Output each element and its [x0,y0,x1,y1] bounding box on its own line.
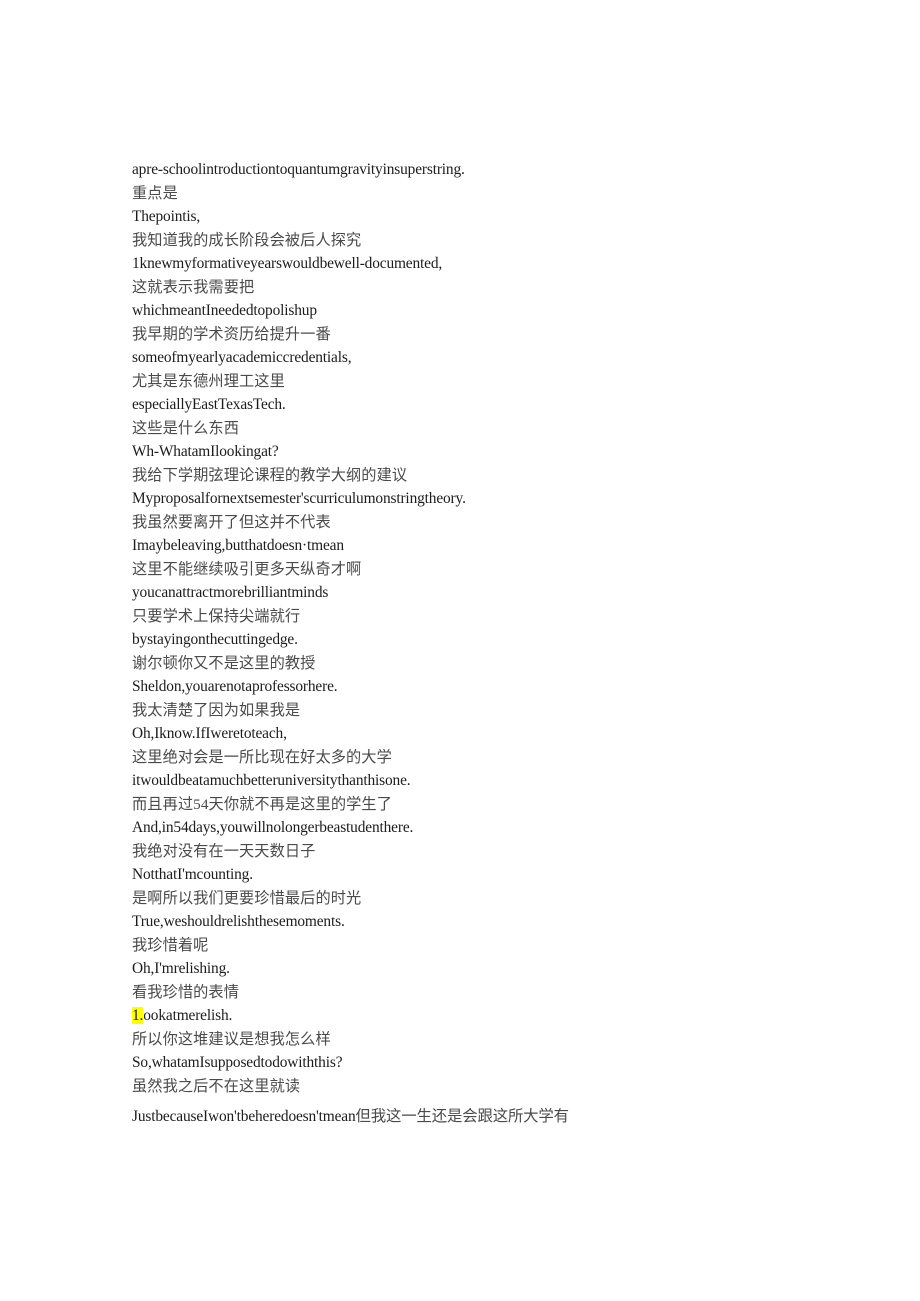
transcript-line-31: NotthatI'mcounting. [132,866,253,883]
transcript-line-22: 谢尔顿你又不是这里的教授 [132,654,316,672]
transcript-line-41: JustbecauseIwon'tbeheredoesn'tmean但我这一生还… [132,1105,872,1129]
transcript-line-13: Wh-WhatamIlookingat? [132,443,279,460]
transcript-line-text: ookatmerelish. [143,1007,233,1024]
transcript-line-34: 我珍惜着呢 [132,936,209,954]
transcript-line-4: 我知道我的成长阶段会被后人探究 [132,231,362,249]
transcript-line-33: True,weshouldrelishthesemoments. [132,913,345,930]
document-page: apre-schoolintroductiontoquantumgravityi… [0,0,920,1301]
transcript-line-12: 这些是什么东西 [132,419,240,437]
transcript-line-20: 只要学术上保持尖端就行 [132,607,301,625]
transcript-line-21: bystayingonthecuttingedge. [132,631,298,648]
transcript-line-39: So,whatamIsupposedtodowiththis? [132,1054,343,1071]
transcript-line-2: 重点是 [132,184,178,202]
transcript-line-7: whichmeantIneededtopolishup [132,302,317,319]
subtitle-transcript-body: apre-schoolintroductiontoquantumgravityi… [132,158,872,1129]
transcript-line-24: 我太清楚了因为如果我是 [132,701,301,719]
transcript-line-19: youcanattractmorebrilliantminds [132,584,329,601]
transcript-line-17: Imaybeleaving,butthatdoesn·tmean [132,537,344,554]
transcript-line-11: especiallyEastTexasTech. [132,396,286,413]
transcript-line-8: 我早期的学术资历给提升一番 [132,325,331,343]
transcript-line-36: 看我珍惜的表情 [132,983,240,1001]
transcript-line-26: 这里绝对会是一所比现在好太多的大学 [132,748,392,766]
yellow-highlight-span: 1. [132,1007,144,1024]
transcript-line-28: 而且再过54天你就不再是这里的学生了 [132,795,392,813]
transcript-line-5: 1knewmyformativeyearswouldbewell-documen… [132,255,443,272]
transcript-line-29: And,in54days,youwillnolongerbeastudenthe… [132,819,414,836]
transcript-line-10: 尤其是东德州理工这里 [132,372,285,390]
transcript-line-23: Sheldon,youarenotaprofessorhere. [132,678,338,695]
transcript-line-3: Thepointis, [132,208,201,225]
transcript-line-25: Oh,Iknow.IfIweretoteach, [132,725,287,742]
transcript-line-9: someofmyearlyacademiccredentials, [132,349,352,366]
transcript-line-16: 我虽然要离开了但这并不代表 [132,513,331,531]
transcript-line-14: 我给下学期弦理论课程的教学大纲的建议 [132,466,408,484]
transcript-line-15: Myproposalfornextsemester'scurriculumons… [132,490,466,507]
transcript-line-1: apre-schoolintroductiontoquantumgravityi… [132,161,465,178]
transcript-line-38: 所以你这堆建议是想我怎么样 [132,1030,331,1048]
transcript-line-27: itwouldbeatamuchbetteruniversitythanthis… [132,772,411,789]
transcript-line-37: 1.ookatmerelish. [132,1004,872,1028]
transcript-line-35: Oh,I'mrelishing. [132,960,230,977]
transcript-line-cjk-run: 但我这一生还是会跟这所大学有 [355,1108,570,1125]
transcript-line-30: 我绝对没有在一天天数日子 [132,842,316,860]
transcript-line-18: 这里不能继续吸引更多天纵奇才啊 [132,560,362,578]
transcript-line-40: 虽然我之后不在这里就读 [132,1077,301,1095]
transcript-line-6: 这就表示我需要把 [132,278,255,296]
transcript-line-latin-run: JustbecauseIwon'tbeheredoesn'tmean [132,1108,356,1125]
transcript-line-32: 是啊所以我们更要珍惜最后的时光 [132,889,362,907]
